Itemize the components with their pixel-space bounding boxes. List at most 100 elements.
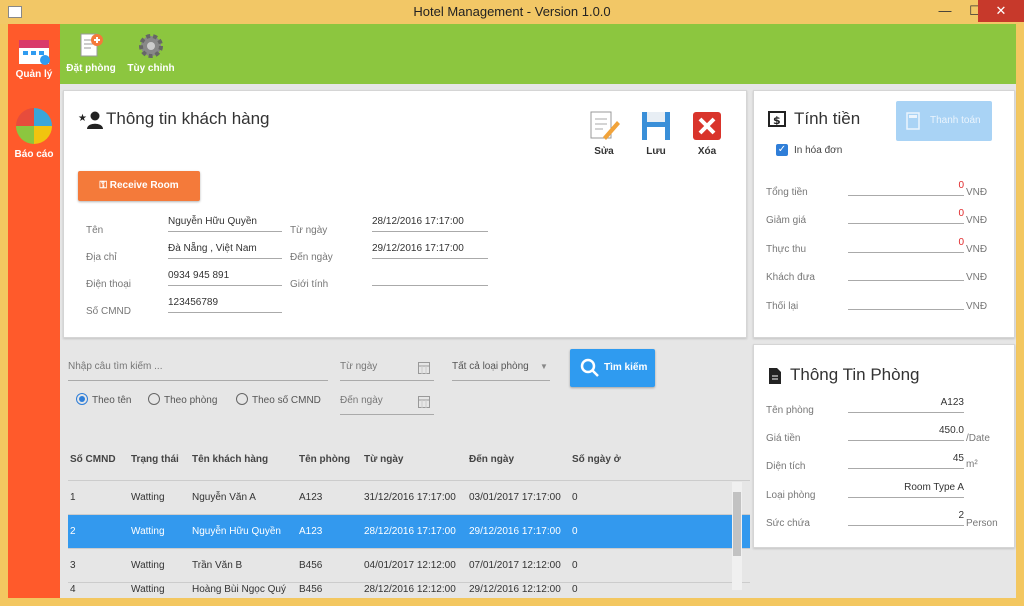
paid-field[interactable] xyxy=(848,264,964,281)
to-date-label: Đến ngày xyxy=(290,252,333,263)
minimize-button[interactable]: — xyxy=(930,0,960,22)
calendar-icon[interactable] xyxy=(418,362,430,377)
table-cell: 28/12/2016 12:12:00 xyxy=(362,582,467,599)
calendar-icon xyxy=(19,40,50,65)
key-icon: ⚿ xyxy=(99,180,110,191)
room-type-select[interactable]: Tất cả loại phòng xyxy=(452,360,550,381)
radio-by-name-label: Theo tên xyxy=(92,395,132,406)
table-cell: Watting xyxy=(129,514,190,549)
from-date-field[interactable]: 28/12/2016 17:17:00 xyxy=(372,215,488,232)
phone-field[interactable]: 0934 945 891 xyxy=(168,269,282,286)
radio-by-id[interactable]: Theo số CMND xyxy=(236,393,321,406)
settings-button[interactable]: Tùy chỉnh xyxy=(124,32,178,74)
app-window: Hotel Management - Version 1.0.0 — ☐ ✕ Q… xyxy=(0,0,1024,606)
sidebar-item-report[interactable]: Báo cáo xyxy=(8,106,60,160)
capacity-unit: Person xyxy=(966,518,998,529)
search-button[interactable]: Tìm kiếm xyxy=(570,349,655,387)
user-star-icon: ★ xyxy=(78,111,103,129)
price-label: Giá tiền xyxy=(766,433,801,444)
billing-panel: $ Tính tiền Thanh toán ✓ In hóa đơn Tổng… xyxy=(753,90,1015,338)
price-unit: /Date xyxy=(966,433,990,444)
svg-text:★: ★ xyxy=(78,113,87,124)
toolbar: Đặt phòng Tùy chỉnh xyxy=(60,24,1016,84)
table-cell: B456 xyxy=(297,548,362,583)
discount-label: Giảm giá xyxy=(766,215,807,226)
pay-button-label: Thanh toán xyxy=(930,115,981,126)
unit-label: VNĐ xyxy=(966,187,988,198)
column-header[interactable]: Số CMND xyxy=(68,438,129,481)
table-cell: Watting xyxy=(129,582,190,599)
radio-by-name[interactable]: Theo tên xyxy=(76,393,131,406)
table-cell: 29/12/2016 17:17:00 xyxy=(467,514,570,549)
capacity-field: 2 xyxy=(848,509,964,526)
discount-field[interactable]: 0 xyxy=(848,207,964,224)
table-cell: 0 xyxy=(570,582,750,599)
document-add-icon xyxy=(80,33,103,57)
column-header[interactable]: Số ngày ở xyxy=(570,438,750,481)
table-scrollbar[interactable] xyxy=(732,482,742,590)
calendar-icon[interactable] xyxy=(418,396,430,411)
phone-label: Điện thoại xyxy=(86,279,132,290)
receive-room-button[interactable]: ⚿ Receive Room xyxy=(78,171,200,201)
table-cell: 3 xyxy=(68,548,129,583)
table-cell: A123 xyxy=(297,480,362,515)
table-row-selected[interactable]: 2 Watting Nguyễn Hữu Quyền A123 28/12/20… xyxy=(68,514,750,549)
total-field: 0 xyxy=(848,179,964,196)
room-name-label: Tên phòng xyxy=(766,405,814,416)
table-cell: 03/01/2017 17:17:00 xyxy=(467,480,570,515)
column-header[interactable]: Trạng thái xyxy=(129,438,190,481)
table-cell: Watting xyxy=(129,480,190,515)
table-row[interactable]: 1 Watting Nguyễn Văn A A123 31/12/2016 1… xyxy=(68,480,750,515)
area-label: Diện tích xyxy=(766,461,806,472)
room-type-field: Room Type A xyxy=(848,481,964,498)
calculator-icon xyxy=(906,112,920,130)
delete-button[interactable]: Xóa xyxy=(689,109,725,157)
money-icon: $ xyxy=(768,111,786,127)
billing-panel-title: Tính tiền xyxy=(794,109,861,128)
actual-label: Thực thu xyxy=(766,244,807,255)
id-field[interactable]: 123456789 xyxy=(168,296,282,313)
main-content: ★ Thông tin khách hàng Sửa Lưu Xóa ⚿ Rec… xyxy=(60,84,1016,599)
to-date-field[interactable]: 29/12/2016 17:17:00 xyxy=(372,242,488,259)
edit-button[interactable]: Sửa xyxy=(586,109,622,157)
column-header[interactable]: Từ ngày xyxy=(362,438,467,481)
table-cell: 0 xyxy=(570,480,750,515)
capacity-label: Sức chứa xyxy=(766,518,810,529)
gear-icon xyxy=(139,34,163,58)
search-button-label: Tìm kiếm xyxy=(604,362,648,373)
search-input[interactable]: Nhập câu tìm kiếm ... xyxy=(68,360,328,381)
delete-icon xyxy=(693,112,721,140)
table-cell: 0 xyxy=(570,514,750,549)
table-cell: Nguyễn Văn A xyxy=(190,480,297,515)
receive-room-label: Receive Room xyxy=(109,180,179,191)
table-row[interactable]: 3 Watting Trần Văn B B456 04/01/2017 12:… xyxy=(68,548,750,583)
customer-panel: ★ Thông tin khách hàng Sửa Lưu Xóa ⚿ Rec… xyxy=(63,90,747,338)
table-row[interactable]: 4 Watting Hoàng Bùi Ngọc Quý B456 28/12/… xyxy=(68,582,750,599)
unit-label: VNĐ xyxy=(966,301,988,312)
pie-chart-icon xyxy=(16,108,52,144)
total-label: Tổng tiền xyxy=(766,187,808,198)
window-title: Hotel Management - Version 1.0.0 xyxy=(413,4,611,19)
table-cell: Hoàng Bùi Ngọc Quý xyxy=(190,582,297,599)
radio-by-room[interactable]: Theo phòng xyxy=(148,393,217,406)
column-header[interactable]: Tên phòng xyxy=(297,438,362,481)
column-header[interactable]: Đến ngày xyxy=(467,438,570,481)
edit-label: Sửa xyxy=(594,146,614,157)
pay-button[interactable]: Thanh toán xyxy=(896,101,992,141)
column-header[interactable]: Tên khách hàng xyxy=(190,438,297,481)
sidebar-item-label: Quản lý xyxy=(15,69,53,80)
booking-button[interactable]: Đặt phòng xyxy=(64,32,118,74)
print-invoice-checkbox[interactable]: ✓ xyxy=(776,144,788,156)
gender-field[interactable] xyxy=(372,269,488,286)
gender-label: Giới tính xyxy=(290,279,329,290)
scrollbar-thumb[interactable] xyxy=(733,492,741,556)
sidebar-item-management[interactable]: Quản lý xyxy=(8,36,60,80)
room-name-field: A123 xyxy=(848,396,964,413)
room-panel: Thông Tin Phòng Tên phòng A123 Giá tiền … xyxy=(753,344,1015,548)
save-button[interactable]: Lưu xyxy=(638,109,674,157)
name-field[interactable]: Nguyễn Hữu Quyền xyxy=(168,215,282,232)
close-button[interactable]: ✕ xyxy=(978,0,1024,22)
address-field[interactable]: Đà Nẵng , Việt Nam xyxy=(168,242,282,259)
change-label: Thối lại xyxy=(766,301,799,312)
table-cell: 2 xyxy=(68,514,129,549)
